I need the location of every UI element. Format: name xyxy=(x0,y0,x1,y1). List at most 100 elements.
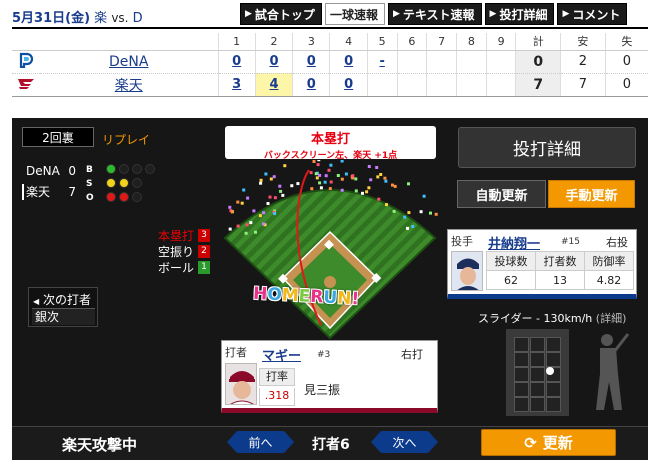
confetti-piece xyxy=(258,214,262,218)
team-link-dena[interactable]: DeNA xyxy=(40,50,218,74)
team-name[interactable]: 楽天 xyxy=(115,78,143,94)
refresh-button[interactable]: ⟳ 更新 xyxy=(481,429,616,456)
errors-header: 失 xyxy=(604,33,648,51)
pitcher-name[interactable]: 井納翔一 xyxy=(488,233,540,252)
inning-score-link[interactable]: 3 xyxy=(232,77,241,92)
batter-name[interactable]: マギー xyxy=(262,345,301,364)
batter-name-link[interactable]: マギー xyxy=(262,349,301,364)
pitch-detail-link[interactable]: (詳細) xyxy=(596,312,627,325)
confetti-piece xyxy=(323,180,327,184)
manual-update-button[interactable]: 手動更新 xyxy=(548,180,635,208)
tab-label: テキスト速報 xyxy=(402,7,475,22)
scoreboard-header: 1 2 3 4 5 6 7 8 9 計 安 失 xyxy=(12,33,648,51)
homerun-letter: O xyxy=(266,284,283,306)
tab-player-stats[interactable]: ▶ 投打詳細 xyxy=(484,3,555,25)
arrow-right-icon: ▶ xyxy=(562,9,570,19)
confetti-piece xyxy=(367,165,371,168)
eagles-logo-icon xyxy=(12,73,40,97)
zone-cell xyxy=(546,382,561,397)
inning-score xyxy=(485,73,516,97)
stat-value: 62 xyxy=(486,270,536,290)
pitch-number: 2 xyxy=(198,244,210,258)
batting-detail-button[interactable]: 投打詳細 xyxy=(458,127,636,168)
inning-score-link[interactable]: - xyxy=(379,54,384,69)
scoreboard: 1 2 3 4 5 6 7 8 9 計 安 失 DeNA 0 0 0 0 - 0 xyxy=(12,33,648,97)
batter-photo xyxy=(225,363,257,405)
confetti-piece xyxy=(228,205,232,209)
pitch-result: ボール xyxy=(157,260,194,275)
bso-lamp xyxy=(106,192,116,202)
confetti-piece xyxy=(365,190,369,194)
confetti-piece xyxy=(327,168,331,172)
confetti-piece xyxy=(249,221,253,225)
tab-pitch-by-pitch[interactable]: 一球速報 xyxy=(324,3,385,25)
inning-score xyxy=(426,50,457,74)
pitcher-number: #15 xyxy=(561,237,580,247)
refresh-label: 更新 xyxy=(542,434,573,452)
homerun-letter: M xyxy=(281,285,300,307)
inning-score xyxy=(396,73,427,97)
bso-lamp xyxy=(106,164,116,174)
tab-comments[interactable]: ▶ コメント xyxy=(557,3,628,25)
team-link-rakuten[interactable]: 楽天 xyxy=(40,73,218,97)
tab-label: 投打詳細 xyxy=(499,7,548,22)
confetti-piece xyxy=(369,178,373,182)
inning-score[interactable]: 0 xyxy=(217,50,256,74)
inning-score-link[interactable]: 0 xyxy=(344,77,353,92)
inning-score xyxy=(396,50,427,74)
inning-score[interactable]: 0 xyxy=(254,50,293,74)
confetti-piece xyxy=(283,164,287,168)
inning-score[interactable]: 3 xyxy=(217,73,256,97)
inning-score[interactable]: 0 xyxy=(292,50,330,74)
prev-batter-button[interactable]: 前へ xyxy=(227,431,294,453)
confetti-piece xyxy=(269,177,273,181)
next-batter-header: ◀ 次の打者 xyxy=(33,291,91,308)
confetti-piece xyxy=(407,211,411,215)
tab-game-top[interactable]: ▶ 試合トップ xyxy=(240,3,322,25)
team-name[interactable]: DeNA xyxy=(109,54,148,70)
confetti-piece xyxy=(379,173,383,176)
pitch-result: 空振り xyxy=(157,244,194,259)
inning-score[interactable]: 0 xyxy=(292,73,330,97)
inning-header: 5 xyxy=(366,33,398,51)
inning-score-link[interactable]: 0 xyxy=(232,54,241,69)
inning-score xyxy=(485,50,516,74)
pitcher-name-link[interactable]: 井納翔一 xyxy=(488,237,540,252)
confetti-piece xyxy=(246,196,250,200)
confetti-piece xyxy=(392,209,396,213)
inning-score-link[interactable]: 0 xyxy=(307,77,316,92)
inning-header: 2 xyxy=(254,33,293,51)
header-blank xyxy=(40,33,218,51)
tab-label: コメント xyxy=(572,7,621,22)
tab-label: 一球速報 xyxy=(329,7,378,22)
inning-score-link[interactable]: 0 xyxy=(344,54,353,69)
away-team-short: D xyxy=(132,11,143,26)
inning-score-link[interactable]: 4 xyxy=(269,77,278,92)
confetti-piece xyxy=(261,222,265,226)
batter-card: 打者 マギー #3 右打 打率 .318 見三振 xyxy=(221,340,438,413)
vs-label: vs. xyxy=(111,11,129,25)
bso-lamp xyxy=(132,164,142,174)
inning-score[interactable]: - xyxy=(366,50,398,74)
hits-header: 安 xyxy=(560,33,606,51)
next-batter-box[interactable]: ◀ 次の打者 銀次 xyxy=(28,287,98,327)
inning-score-link[interactable]: 0 xyxy=(307,54,316,69)
confetti-piece xyxy=(230,210,234,214)
confetti-piece xyxy=(361,191,364,195)
auto-update-button[interactable]: 自動更新 xyxy=(457,180,546,208)
pitch-row: 空振り 2 xyxy=(158,243,210,259)
confetti-piece xyxy=(406,226,409,230)
batting-avg-value: .318 xyxy=(259,388,295,406)
confetti-piece xyxy=(367,186,371,190)
confetti-piece xyxy=(340,177,344,181)
next-batter-name[interactable]: 銀次 xyxy=(32,308,95,325)
inning-score[interactable]: 0 xyxy=(329,50,368,74)
pitcher-photo xyxy=(451,251,483,291)
inning-score-current[interactable]: 4 xyxy=(254,73,293,97)
zone-cell xyxy=(530,367,545,382)
inning-score-link[interactable]: 0 xyxy=(269,54,278,69)
tab-text-live[interactable]: ▶ テキスト速報 xyxy=(387,3,482,25)
inning-score[interactable]: 0 xyxy=(329,73,368,97)
next-batter-button[interactable]: 次へ xyxy=(371,431,438,453)
confetti-piece xyxy=(245,223,249,227)
